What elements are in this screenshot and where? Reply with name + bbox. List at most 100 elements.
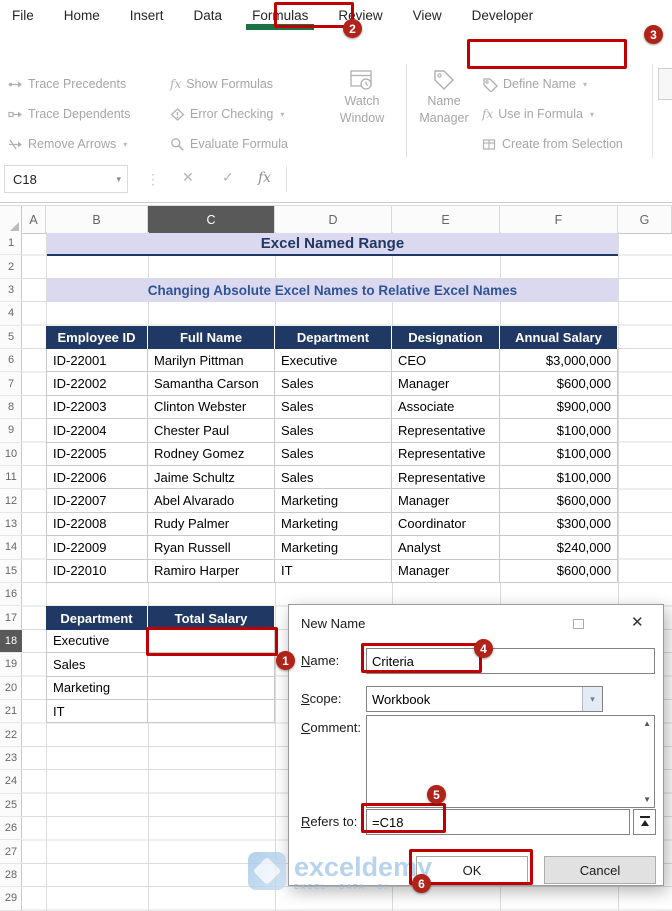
cell[interactable]: Manager: [392, 559, 500, 583]
row-header-21[interactable]: 21: [0, 700, 22, 724]
trace-dependents-button[interactable]: Trace Dependents: [8, 104, 130, 124]
create-from-selection-button[interactable]: Create from Selection: [482, 134, 623, 154]
comment-textarea[interactable]: ▲ ▼: [366, 715, 655, 808]
error-checking-button[interactable]: Error Checking ▾: [170, 104, 284, 124]
row-header-27[interactable]: 27: [0, 840, 22, 864]
cell[interactable]: $600,000: [500, 489, 618, 513]
trace-precedents-button[interactable]: Trace Precedents: [8, 74, 126, 94]
row-header-12[interactable]: 12: [0, 489, 22, 513]
row-header-11[interactable]: 11: [0, 466, 22, 490]
name-box-dropdown-icon[interactable]: ▾: [116, 174, 127, 185]
cell[interactable]: Executive: [46, 629, 148, 654]
cell[interactable]: ID-22007: [46, 489, 148, 513]
row-header-23[interactable]: 23: [0, 747, 22, 771]
row-header-25[interactable]: 25: [0, 794, 22, 817]
cell[interactable]: $600,000: [500, 559, 618, 583]
employee-table-header[interactable]: Employee ID: [46, 325, 148, 349]
cell[interactable]: Rudy Palmer: [148, 512, 275, 537]
insert-function-icon[interactable]: fx: [258, 170, 271, 186]
row-header-15[interactable]: 15: [0, 560, 22, 583]
cancel-button[interactable]: Cancel: [544, 856, 656, 884]
show-formulas-button[interactable]: fx Show Formulas: [170, 74, 273, 94]
column-header-G[interactable]: G: [618, 206, 672, 233]
cell[interactable]: Manager: [392, 372, 500, 396]
column-header-A[interactable]: A: [22, 206, 46, 233]
formula-input[interactable]: [292, 165, 668, 193]
use-in-formula-button[interactable]: fx Use in Formula ▾: [482, 104, 594, 124]
row-header-19[interactable]: 19: [0, 653, 22, 677]
cell[interactable]: CEO: [392, 348, 500, 373]
cell[interactable]: Representative: [392, 465, 500, 490]
cell[interactable]: Sales: [275, 419, 392, 443]
column-header-D[interactable]: D: [275, 206, 392, 233]
cell[interactable]: Sales: [275, 395, 392, 420]
cell[interactable]: [148, 676, 275, 700]
row-header-20[interactable]: 20: [0, 677, 22, 700]
row-header-29[interactable]: 29: [0, 887, 22, 911]
cell[interactable]: IT: [46, 699, 148, 724]
tab-data[interactable]: Data: [194, 5, 223, 26]
cell[interactable]: Rodney Gomez: [148, 442, 275, 466]
cell[interactable]: Executive: [275, 348, 392, 373]
row-header-18[interactable]: 18: [0, 629, 22, 654]
evaluate-formula-button[interactable]: Evaluate Formula: [170, 134, 288, 154]
cell[interactable]: Marketing: [275, 512, 392, 537]
cell[interactable]: Sales: [275, 465, 392, 490]
cell[interactable]: Associate: [392, 395, 500, 420]
column-header-E[interactable]: E: [392, 206, 500, 233]
cell[interactable]: Representative: [392, 419, 500, 443]
employee-table-header[interactable]: Department: [275, 325, 392, 349]
watch-window-button[interactable]: Watch Window: [334, 68, 390, 126]
cell[interactable]: Sales: [46, 653, 148, 677]
row-header-16[interactable]: 16: [0, 583, 22, 607]
cell[interactable]: Ryan Russell: [148, 536, 275, 560]
cell[interactable]: [148, 699, 275, 724]
cell[interactable]: Ramiro Harper: [148, 559, 275, 583]
cell[interactable]: Abel Alvarado: [148, 489, 275, 513]
cell[interactable]: ID-22008: [46, 512, 148, 537]
cell[interactable]: Sales: [275, 442, 392, 466]
row-header-10[interactable]: 10: [0, 443, 22, 466]
scroll-down-icon[interactable]: ▼: [643, 795, 651, 804]
cell[interactable]: Marketing: [46, 676, 148, 700]
cell[interactable]: Clinton Webster: [148, 395, 275, 420]
cell[interactable]: Analyst: [392, 536, 500, 560]
row-header-4[interactable]: 4: [0, 302, 22, 326]
summary-table-header[interactable]: Department: [46, 606, 148, 630]
employee-table-header[interactable]: Full Name: [148, 325, 275, 349]
cell[interactable]: ID-22001: [46, 348, 148, 373]
cell[interactable]: IT: [275, 559, 392, 583]
tab-file[interactable]: File: [12, 5, 34, 26]
scope-dropdown-arrow-icon[interactable]: ▾: [582, 687, 602, 711]
cancel-entry-icon[interactable]: ✕: [182, 169, 194, 186]
cell[interactable]: ID-22009: [46, 536, 148, 560]
row-header-1[interactable]: 1: [0, 232, 22, 256]
row-header-7[interactable]: 7: [0, 372, 22, 396]
cell[interactable]: $300,000: [500, 512, 618, 537]
cell[interactable]: Marketing: [275, 536, 392, 560]
define-name-button[interactable]: Define Name ▾: [482, 74, 587, 94]
cell[interactable]: Chester Paul: [148, 419, 275, 443]
row-header-24[interactable]: 24: [0, 770, 22, 794]
row-header-14[interactable]: 14: [0, 536, 22, 560]
scroll-up-icon[interactable]: ▲: [643, 719, 651, 728]
scope-dropdown[interactable]: Workbook ▾: [366, 686, 603, 712]
cell[interactable]: ID-22002: [46, 372, 148, 396]
cell[interactable]: ID-22003: [46, 395, 148, 420]
cell[interactable]: Sales: [275, 372, 392, 396]
row-header-6[interactable]: 6: [0, 349, 22, 373]
sheet-title-cell[interactable]: Excel Named Range: [47, 233, 618, 256]
sheet-subtitle-cell[interactable]: Changing Absolute Excel Names to Relativ…: [47, 279, 618, 302]
range-selector-button[interactable]: [633, 809, 656, 835]
cell[interactable]: $100,000: [500, 419, 618, 443]
cell[interactable]: Representative: [392, 442, 500, 466]
maximize-icon[interactable]: [573, 619, 584, 629]
cell[interactable]: $600,000: [500, 372, 618, 396]
cell[interactable]: Marketing: [275, 489, 392, 513]
cell[interactable]: ID-22005: [46, 442, 148, 466]
tab-home[interactable]: Home: [64, 5, 100, 26]
cell[interactable]: ID-22004: [46, 419, 148, 443]
cell[interactable]: $3,000,000: [500, 348, 618, 373]
column-header-C[interactable]: C: [148, 206, 275, 233]
cell[interactable]: $100,000: [500, 465, 618, 490]
